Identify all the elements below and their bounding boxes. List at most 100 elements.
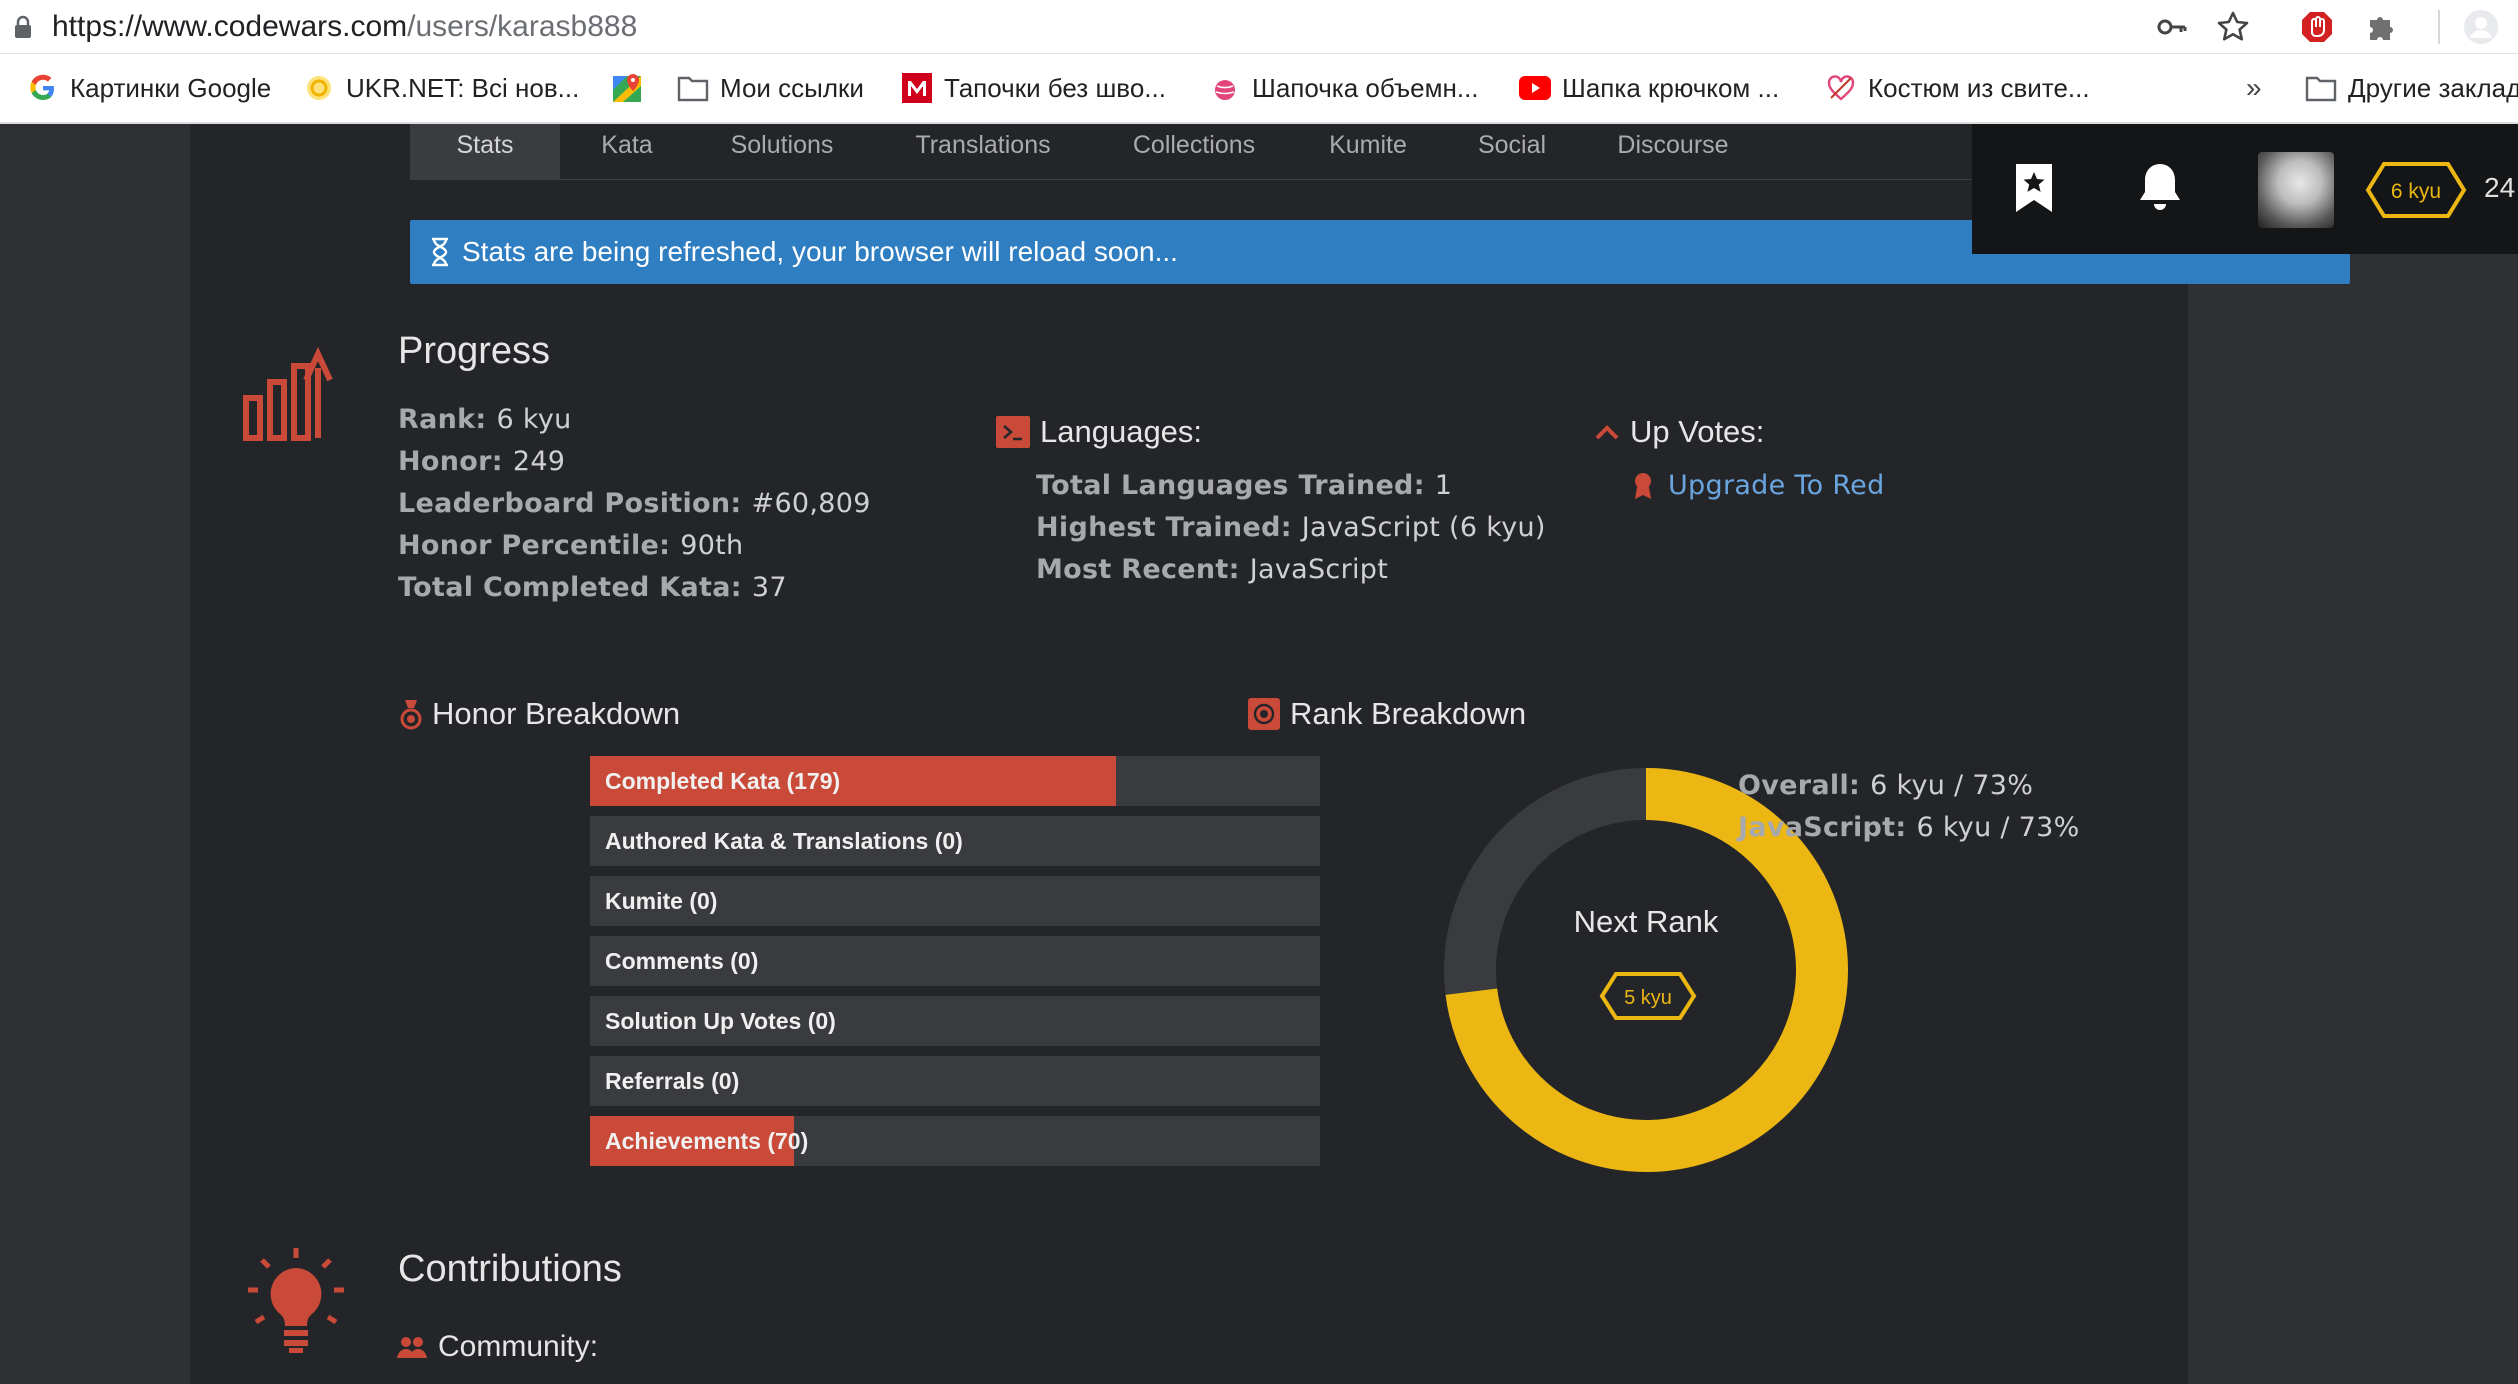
tab-collections[interactable]: Collections [1096,124,1292,180]
stat-most-recent: Most Recent: JavaScript [1036,554,1388,585]
bookmark-star-icon[interactable] [2014,162,2054,218]
toolbar-divider [2438,10,2440,44]
bookmark-label: Костюм из свите... [1868,72,2090,103]
stat-key: Total Completed Kata: [398,572,742,603]
stat-value: 1 [1434,470,1453,501]
target-icon [1248,698,1280,730]
honor-row-referrals: Referrals (0) [590,1056,1320,1106]
tab-kata[interactable]: Kata [560,124,694,180]
user-header: 6 kyu 24 [1972,124,2518,254]
community-label: Community: [438,1330,599,1363]
tab-translations[interactable]: Translations [870,124,1096,180]
star-icon[interactable] [2214,8,2252,46]
puzzle-icon[interactable] [2362,8,2400,46]
bookmark-ukrnet[interactable]: UKR.NET: Всі нов... [302,66,579,110]
rank-breakdown-title: Rank Breakdown [1290,696,1527,731]
upvotes-title: Up Votes: [1630,414,1765,449]
next-rank-badge: 5 kyu [1598,970,1698,1026]
honor-breakdown-heading: Honor Breakdown [400,696,680,732]
header-honor-count: 24 [2484,172,2516,203]
stat-honor-percentile: Honor Percentile: 90th [398,530,743,561]
url-field[interactable]: https://www.codewars.com/users/karasb888 [52,8,637,46]
honor-row-solution-up-votes: Solution Up Votes (0) [590,996,1320,1046]
bookmark-other-folder[interactable]: Другие заклад [2304,66,2518,110]
honor-breakdown-title: Honor Breakdown [432,696,681,731]
bookmark-label: Картинки Google [70,72,272,103]
user-avatar[interactable] [2258,152,2334,228]
bookmark-folder-my-links[interactable]: Мои ссылки [676,66,864,110]
bookmark-label: UKR.NET: Всі нов... [346,72,580,103]
stat-key: Honor Percentile: [398,530,671,561]
tab-solutions[interactable]: Solutions [694,124,870,180]
contributions-title: Contributions [398,1248,622,1290]
stat-value: JavaScript (6 kyu) [1301,512,1546,543]
bookmark-costume[interactable]: Костюм из свите... [1824,66,2090,110]
chevron-up-icon [1594,422,1620,442]
honor-row-label: Achievements (70) [605,1128,809,1154]
lightbulb-icon [244,1246,348,1358]
stat-key: Total Languages Trained: [1036,470,1425,501]
tab-stats[interactable]: Stats [410,124,560,180]
stat-key: Rank: [398,404,487,435]
upgrade-to-red-link[interactable]: Upgrade To Red [1668,470,1885,501]
honor-row-achievements: Achievements (70) [590,1116,1320,1166]
stat-value: 37 [751,572,787,603]
rank-badge-text: 6 kyu [2391,180,2441,203]
google-icon [26,71,60,105]
rank-badge: 6 kyu [2364,160,2468,224]
bookmark-google[interactable]: Картинки Google [26,66,271,110]
progress-chart-icon [242,346,350,446]
stat-total-languages: Total Languages Trained: 1 [1036,470,1452,501]
stat-key: JavaScript: [1738,812,1907,843]
medal-icon [400,698,422,730]
browser-address-bar: https://www.codewars.com/users/karasb888 [0,0,2518,54]
folder-icon [676,71,710,105]
stat-value: #60,809 [751,488,871,519]
next-rank-badge-text: 5 kyu [1624,987,1672,1009]
community-heading: Community: [396,1330,598,1364]
youtube-icon [1518,71,1552,105]
tab-social[interactable]: Social [1444,124,1580,180]
ukrnet-icon [302,71,336,105]
honor-row-label: Authored Kata & Translations (0) [605,828,963,854]
stat-leaderboard-position: Leaderboard Position: #60,809 [398,488,871,519]
bookmark-maps[interactable] [610,66,654,110]
stat-key: Highest Trained: [1036,512,1292,543]
rank-breakdown-heading: Rank Breakdown [1248,696,1526,732]
codewars-page: Stats Kata Solutions Translations Collec… [0,124,2518,1384]
profile-icon[interactable] [2462,8,2500,46]
url-host: https://www.codewars.com [52,10,408,43]
bookmark-hat[interactable]: Шапочка объемн... [1208,66,1479,110]
next-rank-label: Next Rank [1573,904,1719,939]
profile-content: Stats Kata Solutions Translations Collec… [190,124,2350,1384]
lock-icon [14,15,32,43]
stat-value: JavaScript [1249,554,1389,585]
yarn-icon [1208,71,1242,105]
terminal-icon [996,416,1030,448]
craft-icon [1824,71,1858,105]
bookmark-youtube[interactable]: Шапка крючком ... [1518,66,1779,110]
honor-row-label: Referrals (0) [605,1068,740,1094]
bookmark-label: Мои ссылки [720,72,864,103]
honor-row-kumite: Kumite (0) [590,876,1320,926]
stat-rank: Rank: 6 kyu [398,404,572,435]
stat-value: 6 kyu / 73% [1916,812,2080,843]
honor-row-authored-kata: Authored Kata & Translations (0) [590,816,1320,866]
honor-row-completed-kata: Completed Kata (179) [590,756,1320,806]
bookmark-label: Тапочки без шво... [944,72,1166,103]
progress-title: Progress [398,330,551,372]
stat-value: 90th [680,530,744,561]
profile-tabs: Stats Kata Solutions Translations Collec… [410,124,2170,180]
stop-extension-icon[interactable] [2298,8,2336,46]
bookmark-slippers[interactable]: Тапочки без шво... [900,66,1166,110]
tab-discourse[interactable]: Discourse [1580,124,1766,180]
key-icon[interactable] [2152,8,2190,46]
upgrade-to-red-row: Upgrade To Red [1632,470,1885,501]
bookmarks-overflow-chevron[interactable]: » [2246,66,2262,110]
stat-key: Most Recent: [1036,554,1240,585]
stat-overall-rank: Overall: 6 kyu / 73% [1738,770,2033,801]
honor-row-label: Solution Up Votes (0) [605,1008,836,1034]
stat-value: 249 [512,446,566,477]
bell-icon[interactable] [2136,160,2184,218]
tab-kumite[interactable]: Kumite [1292,124,1444,180]
